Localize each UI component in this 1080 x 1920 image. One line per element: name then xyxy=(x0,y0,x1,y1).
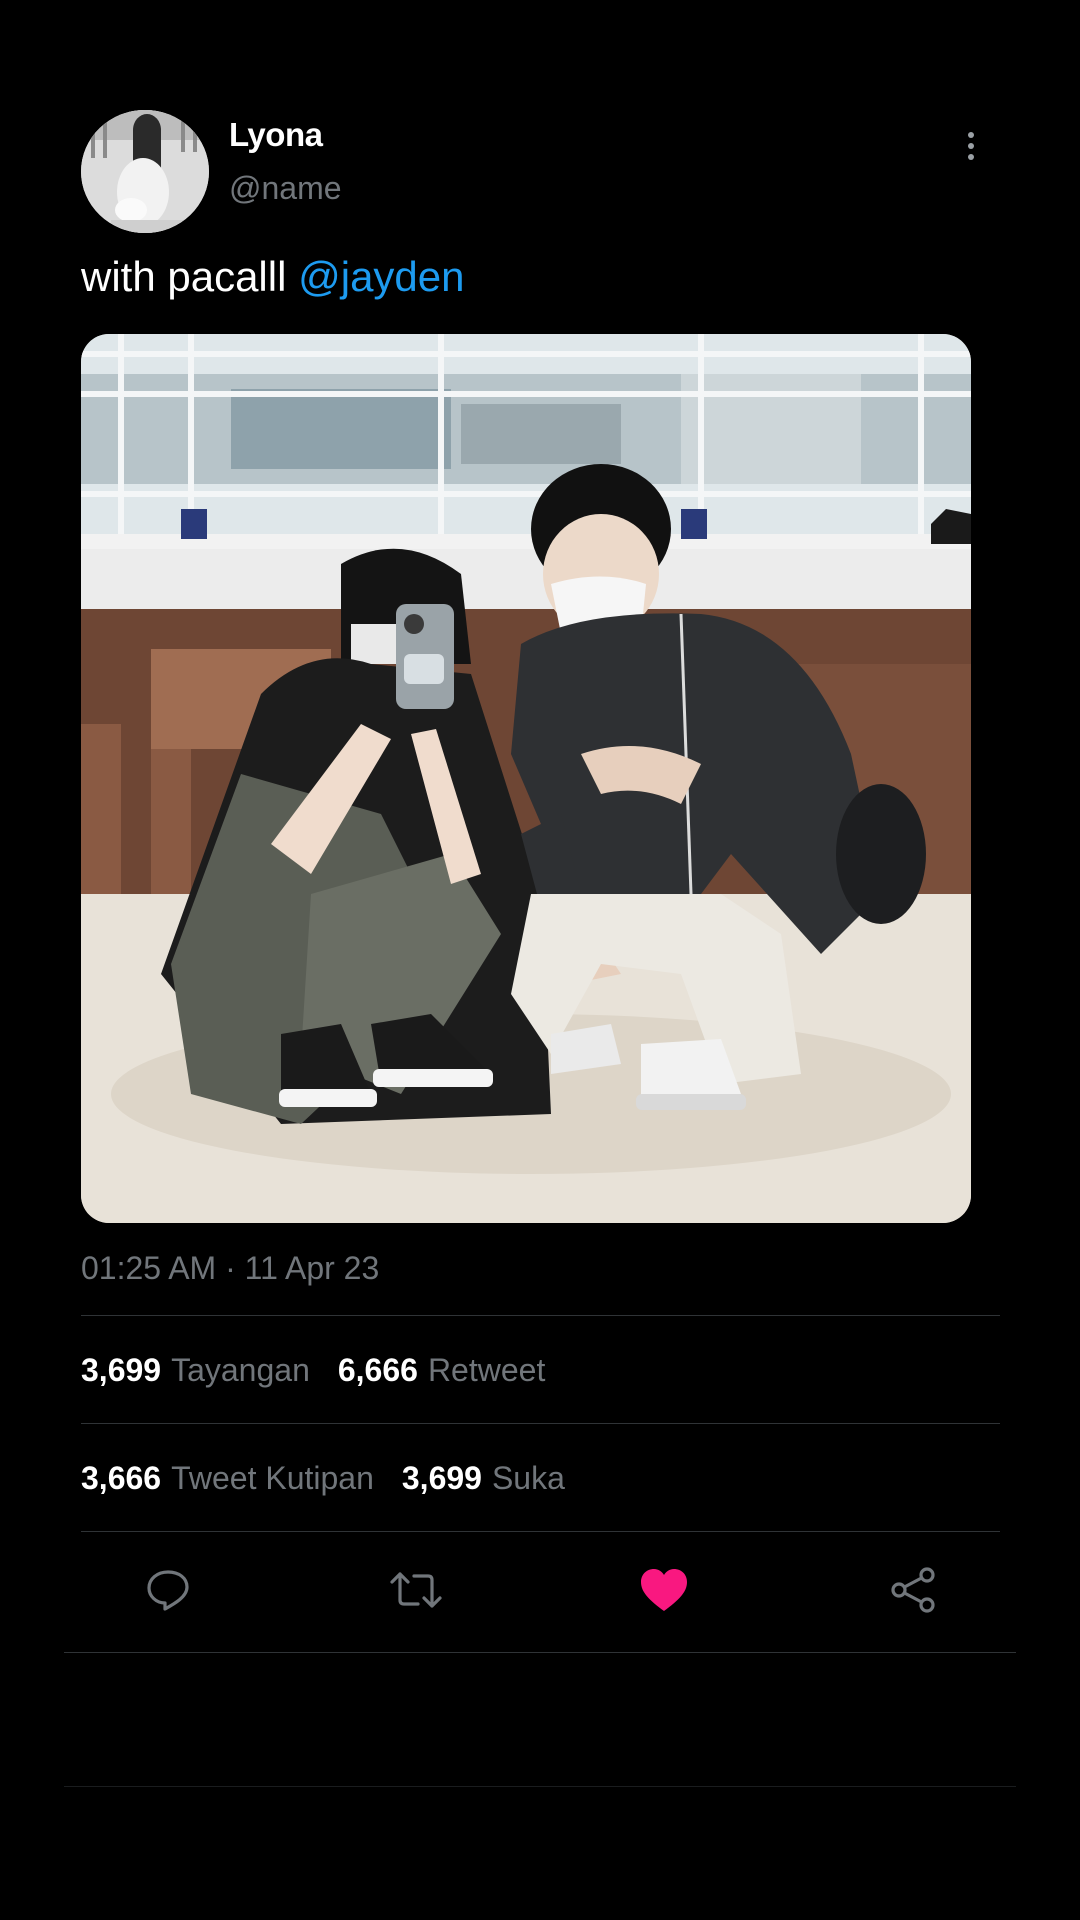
action-bar xyxy=(0,1562,1080,1618)
tweet-timestamp[interactable]: 01:25 AM · 11 Apr 23 xyxy=(81,1250,379,1287)
divider xyxy=(81,1423,1000,1424)
reply-icon xyxy=(147,1570,189,1611)
views-label: Tayangan xyxy=(171,1352,310,1388)
more-options-button[interactable] xyxy=(956,124,986,168)
user-handle[interactable]: @name xyxy=(229,170,342,207)
likes-label: Suka xyxy=(491,1460,565,1496)
tweet-text: with pacalll @jayden xyxy=(81,253,465,301)
more-dot-icon xyxy=(968,132,974,138)
retweets-label: Retweet xyxy=(427,1352,546,1388)
stats-row-2: 3,666 Tweet Kutipan 3,699 Suka xyxy=(81,1460,593,1497)
divider xyxy=(81,1531,1000,1532)
more-dot-icon xyxy=(968,154,974,160)
tweet-detail: Lyona @name with pacalll @jayden 01:25 A… xyxy=(0,0,1080,1920)
like-button[interactable] xyxy=(636,1562,692,1618)
retweets-count: 6,666 xyxy=(337,1352,418,1388)
more-dot-icon xyxy=(968,143,974,149)
avatar-photo xyxy=(81,110,209,233)
quotes-stat[interactable]: 3,666 Tweet Kutipan xyxy=(81,1460,374,1497)
likes-count: 3,699 xyxy=(401,1460,482,1496)
share-button[interactable] xyxy=(886,1562,942,1618)
heart-icon xyxy=(641,1569,687,1611)
tweet-body: with pacalll xyxy=(81,253,299,300)
divider xyxy=(81,1315,1000,1316)
retweet-button[interactable] xyxy=(388,1562,444,1618)
views-count: 3,699 xyxy=(81,1352,162,1388)
tweet-photo[interactable] xyxy=(81,334,971,1223)
views-stat[interactable]: 3,699 Tayangan xyxy=(81,1352,310,1389)
photo-illustration xyxy=(81,334,971,1223)
retweet-icon xyxy=(390,1572,442,1608)
reply-button[interactable] xyxy=(140,1562,196,1618)
quotes-count: 3,666 xyxy=(81,1460,162,1496)
quotes-label: Tweet Kutipan xyxy=(171,1460,374,1496)
divider xyxy=(64,1786,1016,1787)
divider xyxy=(64,1652,1016,1653)
mention-link[interactable]: @jayden xyxy=(298,253,464,300)
avatar[interactable] xyxy=(81,110,209,233)
display-name[interactable]: Lyona xyxy=(229,116,323,154)
share-icon xyxy=(891,1567,935,1613)
stats-row-1: 3,699 Tayangan 6,666 Retweet xyxy=(81,1352,573,1389)
likes-stat[interactable]: 3,699 Suka xyxy=(402,1460,565,1497)
retweets-stat[interactable]: 6,666 Retweet xyxy=(338,1352,545,1389)
